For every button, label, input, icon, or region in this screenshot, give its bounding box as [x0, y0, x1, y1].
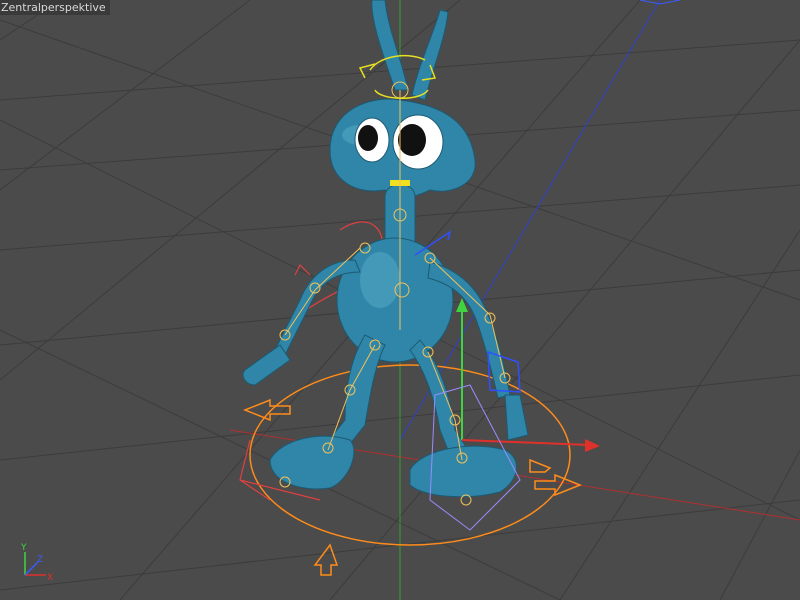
alien-character[interactable] [242, 0, 529, 498]
scene-canvas[interactable]: Y X Z [0, 0, 800, 600]
axis-z-label: Z [37, 555, 43, 565]
axis-x-label: X [47, 573, 53, 583]
left-eye [354, 117, 390, 163]
view-label[interactable]: Zentralperspektive [0, 0, 110, 15]
3d-viewport[interactable]: Y X Z Zentralperspektive [0, 0, 800, 600]
axis-y-label: Y [20, 543, 27, 553]
axis-indicator: Y X Z [20, 543, 53, 583]
